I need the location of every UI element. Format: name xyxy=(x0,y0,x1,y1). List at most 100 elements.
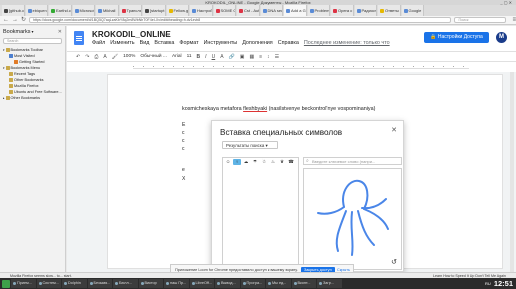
browser-tab[interactable]: Радиост xyxy=(354,5,377,16)
char-cell[interactable]: ☃ xyxy=(260,159,268,165)
menu-view[interactable]: Вид xyxy=(140,40,150,46)
menu-icon[interactable]: ≡ xyxy=(512,16,516,25)
browser-tab[interactable]: Google xyxy=(401,5,424,16)
char-cell[interactable]: ☎ xyxy=(287,159,295,165)
char-cell[interactable]: ☁ xyxy=(242,159,250,165)
print-icon[interactable]: ⎙ xyxy=(94,54,98,60)
underline-icon[interactable]: U xyxy=(212,54,216,60)
browser-tab[interactable]: Problem xyxy=(307,5,330,16)
bold-icon[interactable]: B xyxy=(197,54,201,60)
menu-tools[interactable]: Инструменты xyxy=(204,40,238,46)
close-icon[interactable]: ✕ xyxy=(391,126,397,134)
sidebar-search-input[interactable]: Search xyxy=(3,38,62,44)
line-spacing-icon[interactable]: ↕ xyxy=(267,54,270,60)
browser-tab-active[interactable]: Add a G xyxy=(284,5,307,16)
taskbar-item[interactable]: Вывод... xyxy=(215,279,240,288)
menu-edit[interactable]: Изменить xyxy=(110,40,134,46)
search-bar[interactable]: Поиск xyxy=(454,17,507,23)
browser-tab[interactable]: ebiquen xyxy=(25,5,48,16)
drawing-canvas[interactable]: ↺ xyxy=(303,168,402,270)
text-color-icon[interactable]: A xyxy=(220,54,223,60)
browser-tab[interactable]: [startupt xyxy=(143,5,166,16)
browser-tab[interactable]: Microsof xyxy=(72,5,95,16)
char-cell[interactable]: ☺ xyxy=(224,159,232,165)
ruler[interactable] xyxy=(133,64,469,69)
menu-insert[interactable]: Вставка xyxy=(154,40,174,46)
taskbar-item[interactable]: Систем... xyxy=(36,279,61,288)
browser-tab[interactable]: SOME C xyxy=(213,5,236,16)
docs-logo-icon[interactable] xyxy=(74,31,84,45)
close-icon[interactable]: ✕ xyxy=(58,29,62,35)
taskbar-item[interactable]: наш Пр... xyxy=(164,279,189,288)
site-icon xyxy=(403,8,408,13)
taskbar-item[interactable]: Загр... xyxy=(317,279,342,288)
taskbar-item[interactable]: Виктор xyxy=(138,279,163,288)
site-icon xyxy=(145,8,149,13)
star-icon[interactable]: ☆ ▭ xyxy=(159,32,170,38)
category-select[interactable]: Результаты поиска ▾ xyxy=(222,141,278,149)
menu-help[interactable]: Справка xyxy=(278,40,299,46)
undo-icon[interactable]: ↶ xyxy=(76,54,80,60)
folder-icon xyxy=(9,84,13,88)
site-icon xyxy=(215,8,220,13)
spellcheck-icon[interactable]: A xyxy=(103,54,106,60)
browser-tab[interactable]: Mikhail xyxy=(96,5,119,16)
taskbar-item[interactable]: Вконт... xyxy=(291,279,316,288)
browser-tab[interactable]: Трансля xyxy=(119,5,142,16)
browser-tab[interactable]: Opera c xyxy=(331,5,354,16)
taskbar-item[interactable]: Програ... xyxy=(240,279,265,288)
italic-icon[interactable]: I xyxy=(205,54,206,60)
browser-tab[interactable]: DNA sec xyxy=(260,5,283,16)
octopus-tentacle xyxy=(317,206,345,215)
reload-icon[interactable]: ↻ xyxy=(21,16,26,25)
taskbar-item[interactable]: Бюлл... xyxy=(113,279,138,288)
browser-tab[interactable]: Cst - Aut xyxy=(237,5,260,16)
octopus-head xyxy=(342,179,369,210)
forward-icon[interactable]: → xyxy=(12,16,18,25)
clock[interactable]: 12:51 xyxy=(494,279,513,288)
font-select[interactable]: Arial xyxy=(172,54,182,59)
browser-tab[interactable]: [github.c xyxy=(2,5,25,16)
back-icon[interactable]: ← xyxy=(3,16,9,25)
chevron-down-icon[interactable]: ▾ xyxy=(32,29,34,34)
browser-tab[interactable]: Fellow.gif xyxy=(166,5,189,16)
last-edit-link[interactable]: Последнее изменение: только что xyxy=(304,40,390,46)
browser-tab[interactable]: Ответы xyxy=(378,5,401,16)
misspelled-word[interactable]: fleshbyaki xyxy=(243,106,267,112)
comment-icon[interactable]: ▣ xyxy=(240,54,245,60)
taskbar-item[interactable]: LibreOff... xyxy=(189,279,214,288)
keyboard-layout[interactable]: RU xyxy=(485,281,491,286)
char-cell[interactable]: ☂ xyxy=(251,159,259,165)
taskbar-item[interactable]: Безымя... xyxy=(87,279,112,288)
taskbar-item[interactable]: Dolphin xyxy=(62,279,87,288)
menu-format[interactable]: Формат xyxy=(179,40,198,46)
list-icon[interactable]: ☰ xyxy=(275,54,279,60)
sidebar-title[interactable]: Bookmarks xyxy=(3,29,31,35)
image-icon[interactable]: ▦ xyxy=(250,54,255,60)
align-icon[interactable]: ≡ xyxy=(259,54,262,60)
bookmark-folder[interactable]: ▸ Other Bookmarks xyxy=(0,95,65,101)
browser-tab[interactable]: Earthd.c xyxy=(49,5,72,16)
paint-format-icon[interactable]: 🖌 xyxy=(112,54,118,60)
style-select[interactable]: Обычный ... xyxy=(140,54,167,59)
site-icon xyxy=(356,8,361,13)
avatar[interactable]: M xyxy=(496,32,507,43)
link-icon[interactable]: 🔗 xyxy=(229,54,235,60)
zoom-select[interactable]: 100% xyxy=(123,54,135,59)
char-cell[interactable]: ♨ xyxy=(269,159,277,165)
menu-file[interactable]: Файл xyxy=(92,40,105,46)
taskbar-item[interactable]: Прием... xyxy=(11,279,36,288)
keyword-search-input[interactable]: Введите ключевое слово (напри... xyxy=(303,157,402,165)
font-size-select[interactable]: 11 xyxy=(187,54,192,59)
scrollbar[interactable] xyxy=(510,72,514,272)
browser-tab[interactable]: Настройт xyxy=(190,5,213,16)
redo-icon[interactable]: ↷ xyxy=(85,54,89,60)
undo-drawing-icon[interactable]: ↺ xyxy=(391,258,397,266)
char-cell[interactable]: ♀ xyxy=(233,159,241,165)
share-button[interactable]: 🔒 Настройки Доступа xyxy=(424,32,489,43)
menu-addons[interactable]: Дополнения xyxy=(242,40,273,46)
url-bar[interactable]: https://docs.google.com/document/d/1BQ5Q… xyxy=(29,17,452,23)
char-cell[interactable]: ♛ xyxy=(278,159,286,165)
start-menu-icon[interactable] xyxy=(2,279,10,288)
taskbar-item[interactable]: Мы ед... xyxy=(266,279,291,288)
